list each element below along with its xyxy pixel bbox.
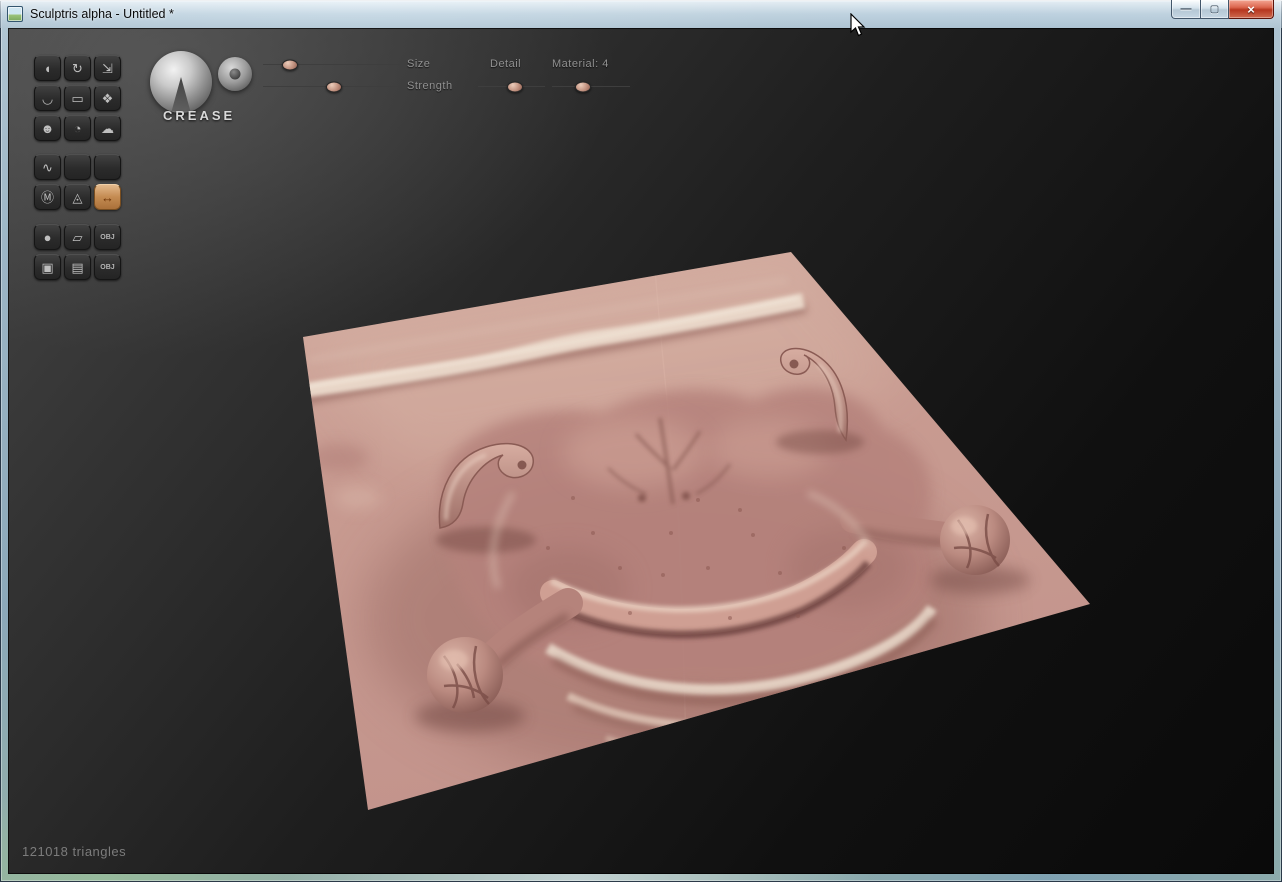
new-plane-icon: ▱: [72, 229, 83, 245]
wireframe-button[interactable]: ◬: [64, 184, 91, 210]
file-tool-grid: ● ▱ OBJ ▣ ▤ OBJ: [34, 224, 121, 280]
size-slider-handle[interactable]: [282, 59, 299, 71]
new-sphere-button[interactable]: ●: [34, 224, 61, 250]
minimize-icon: —: [1180, 3, 1192, 15]
material-slider-handle[interactable]: [575, 81, 592, 93]
minimize-button[interactable]: —: [1171, 0, 1201, 19]
pinch-tool-button[interactable]: ◔: [64, 115, 91, 141]
crease-notch-icon: [171, 77, 191, 111]
open-button[interactable]: ▤: [64, 254, 91, 280]
save-icon: ▣: [41, 259, 54, 275]
symmetry-icon: ↔: [101, 189, 114, 205]
scale-tool-button[interactable]: ⇲: [94, 55, 121, 81]
draw-tool-icon: ◖: [43, 60, 52, 76]
new-plane-button[interactable]: ▱: [64, 224, 91, 250]
flatten-tool-icon: ▭: [71, 90, 84, 106]
wireframe-icon: ◬: [72, 189, 83, 205]
grab-tool-icon: ❖: [101, 90, 114, 106]
close-button[interactable]: ×: [1229, 0, 1274, 19]
symmetry-button[interactable]: ↔: [94, 184, 121, 210]
option-a-button[interactable]: [64, 154, 91, 180]
smooth-tool-icon: ☁: [101, 120, 114, 136]
new-sphere-icon: ●: [43, 229, 52, 245]
mask-icon: Ⓜ: [40, 189, 54, 205]
strength-slider[interactable]: [263, 81, 400, 93]
crease-tool-button[interactable]: ◡: [34, 85, 61, 111]
rotate-tool-button[interactable]: ↻: [64, 55, 91, 81]
export-obj-button[interactable]: OBJ: [94, 254, 121, 280]
scale-tool-icon: ⇲: [102, 60, 113, 76]
brush-alpha-sphere[interactable]: [218, 57, 252, 91]
inflate-tool-button[interactable]: ☻: [34, 115, 61, 141]
open-icon: ▤: [71, 259, 84, 275]
option-tool-grid: ∿ Ⓜ ◬ ↔: [34, 154, 121, 210]
window-controls: — ▢ ×: [1171, 0, 1274, 19]
material-slider[interactable]: [552, 81, 630, 93]
detail-label: Detail: [490, 58, 522, 70]
pinch-tool-icon: ◔: [73, 120, 82, 136]
app-icon: [7, 6, 23, 22]
sculpt-tool-grid: ◖ ↻ ⇲ ◡ ▭ ❖ ☻ ◔ ☁: [34, 55, 121, 141]
reduce-brush-icon: ∿: [42, 159, 53, 175]
close-icon: ×: [1247, 1, 1255, 17]
size-slider[interactable]: [263, 59, 400, 71]
window-title: Sculptris alpha - Untitled *: [30, 7, 174, 21]
strength-slider-handle[interactable]: [326, 81, 343, 93]
brush-preview-sphere[interactable]: [150, 51, 212, 113]
rotate-tool-icon: ↻: [72, 60, 83, 76]
alpha-dot-icon: [229, 68, 241, 80]
save-button[interactable]: ▣: [34, 254, 61, 280]
export-obj-icon: OBJ: [100, 263, 115, 271]
titlebar[interactable]: Sculptris alpha - Untitled * — ▢ ×: [0, 0, 1282, 28]
detail-slider-handle[interactable]: [506, 81, 523, 93]
smooth-tool-button[interactable]: ☁: [94, 115, 121, 141]
reduce-brush-button[interactable]: ∿: [34, 154, 61, 180]
grab-tool-button[interactable]: ❖: [94, 85, 121, 111]
import-obj-icon: OBJ: [100, 233, 115, 241]
draw-tool-button[interactable]: ◖: [34, 55, 61, 81]
import-obj-button[interactable]: OBJ: [94, 224, 121, 250]
mask-button[interactable]: Ⓜ: [34, 184, 61, 210]
crease-tool-icon: ◡: [41, 90, 54, 106]
triangle-count-status: 121018 triangles: [22, 844, 127, 859]
flatten-tool-button[interactable]: ▭: [64, 85, 91, 111]
inflate-tool-icon: ☻: [40, 120, 55, 136]
maximize-button[interactable]: ▢: [1201, 0, 1229, 19]
app-window: Sculptris alpha - Untitled * — ▢ × ◖ ↻ ⇲…: [0, 0, 1282, 882]
desktop-background: Sculptris alpha - Untitled * — ▢ × ◖ ↻ ⇲…: [0, 0, 1282, 882]
material-label: Material: 4: [552, 58, 609, 70]
active-brush-label: CREASE: [163, 108, 236, 123]
detail-slider[interactable]: [478, 81, 545, 93]
strength-label: Strength: [407, 80, 453, 92]
maximize-icon: ▢: [1209, 3, 1220, 15]
viewport-canvas[interactable]: ◖ ↻ ⇲ ◡ ▭ ❖ ☻ ◔ ☁ ∿ Ⓜ ◬ ↔ ● ▱ OBJ ▣ ▤ OB…: [8, 28, 1274, 874]
option-b-button[interactable]: [94, 154, 121, 180]
size-label: Size: [407, 58, 431, 70]
sculpture-3d-model: [303, 252, 1090, 810]
